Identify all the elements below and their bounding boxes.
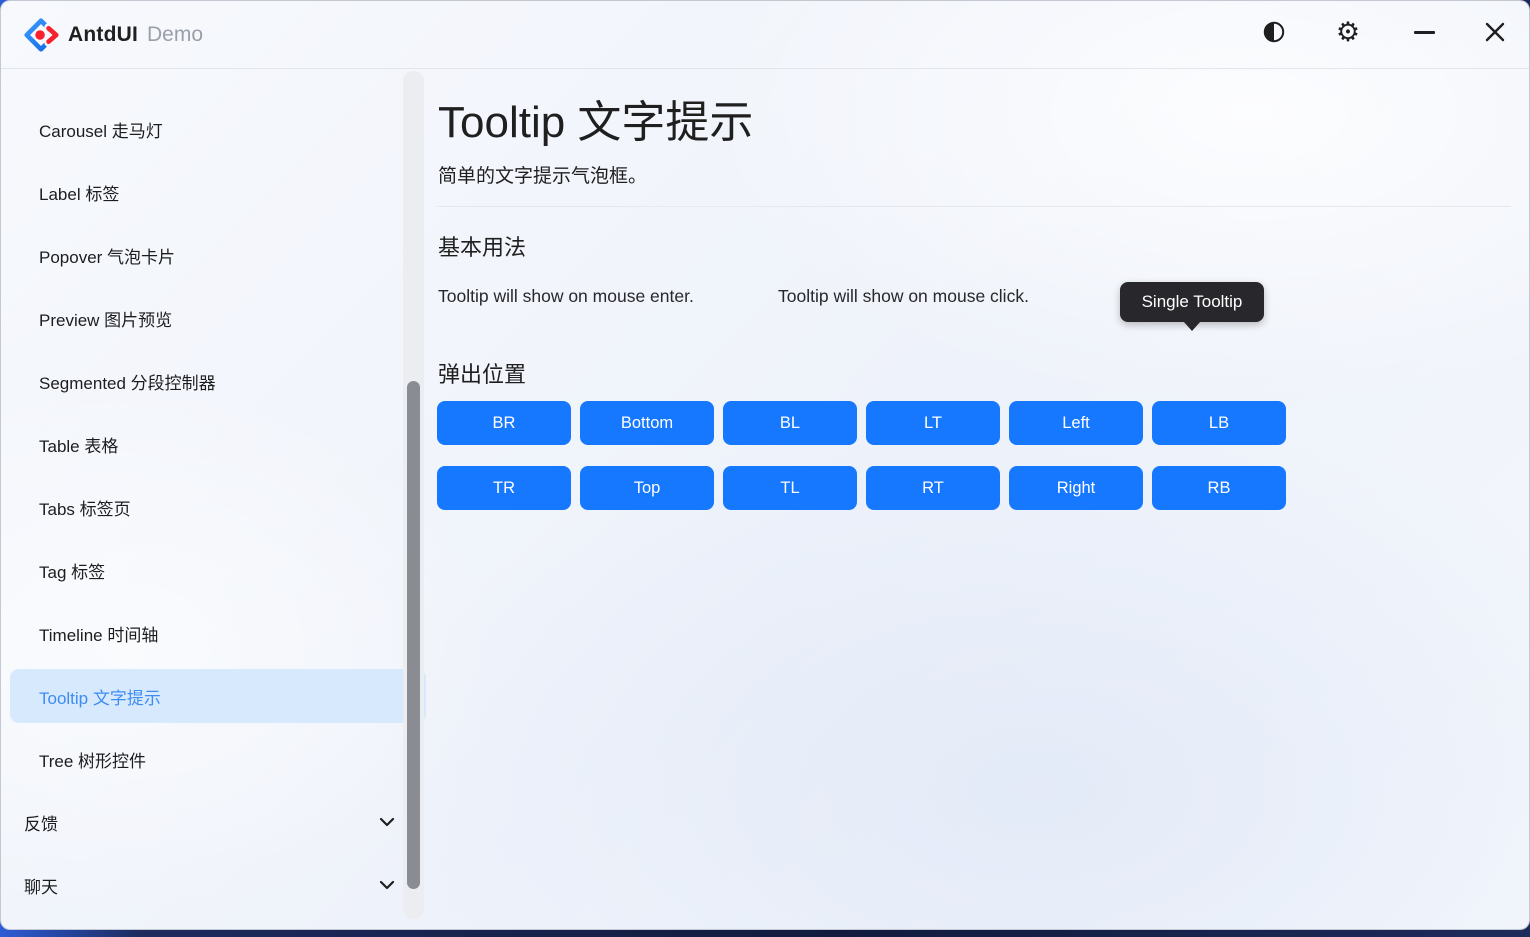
- sidebar-item-label: Popover 气泡卡片: [10, 243, 175, 268]
- gear-icon: ⚙: [1336, 19, 1360, 46]
- settings-button[interactable]: ⚙: [1329, 13, 1367, 51]
- position-button-br[interactable]: BR: [437, 401, 571, 445]
- minimize-icon: [1414, 31, 1435, 34]
- sidebar-item-label: Table 表格: [10, 432, 118, 457]
- sidebar-item-preview[interactable]: Preview 图片预览: [10, 291, 426, 345]
- sidebar-item-label: Tooltip 文字提示: [10, 684, 161, 709]
- sidebar-item-label: Timeline 时间轴: [10, 621, 158, 646]
- position-button-rt[interactable]: RT: [866, 466, 1000, 510]
- header-divider: [437, 206, 1511, 207]
- position-button-lt[interactable]: LT: [866, 401, 1000, 445]
- section-heading-basic-usage: 基本用法: [438, 230, 526, 262]
- position-button-bottom[interactable]: Bottom: [580, 401, 714, 445]
- sidebar-scrollbar-thumb[interactable]: [407, 381, 420, 889]
- antdui-logo-icon: [22, 16, 60, 54]
- app-title-suffix: Demo: [147, 23, 203, 47]
- sidebar-item-label: Preview 图片预览: [10, 306, 172, 331]
- sidebar-item-label: Label 标签: [10, 180, 119, 205]
- minimize-button[interactable]: [1405, 13, 1443, 51]
- position-button-right[interactable]: Right: [1009, 466, 1143, 510]
- position-buttons-grid: BR Bottom BL LT Left LB TR Top TL RT Rig…: [437, 401, 1286, 510]
- sidebar-item-popover[interactable]: Popover 气泡卡片: [10, 228, 426, 282]
- section-heading-positions: 弹出位置: [438, 357, 526, 389]
- sidebar-menu: Carousel 走马灯 Label 标签 Popover 气泡卡片 Previ…: [1, 102, 431, 921]
- sidebar-item-label: Segmented 分段控制器: [10, 369, 216, 394]
- sidebar-group-feedback[interactable]: 反馈: [10, 795, 426, 849]
- main-content: Tooltip 文字提示 简单的文字提示气泡框。 基本用法 Tooltip wi…: [437, 70, 1529, 929]
- sidebar-item-table[interactable]: Table 表格: [10, 417, 426, 471]
- app-title: AntdUI: [68, 23, 138, 47]
- sidebar-group-label: 反馈: [10, 810, 58, 835]
- app-window: AntdUI Demo ⚙ Carousel 走马灯 Label 标签 Popo…: [0, 0, 1530, 930]
- tooltip-text: Single Tooltip: [1142, 292, 1243, 312]
- titlebar: AntdUI Demo ⚙: [1, 1, 1529, 69]
- chevron-down-icon: [376, 811, 398, 833]
- sidebar-item-tag[interactable]: Tag 标签: [10, 543, 426, 597]
- position-button-top[interactable]: Top: [580, 466, 714, 510]
- tooltip-hover-trigger-text[interactable]: Tooltip will show on mouse enter.: [438, 286, 694, 307]
- theme-toggle-button[interactable]: [1255, 13, 1293, 51]
- page-title: Tooltip 文字提示: [438, 86, 753, 150]
- sidebar-item-label: Tag 标签: [10, 558, 105, 583]
- sidebar-item-label[interactable]: Label 标签: [10, 165, 426, 219]
- position-button-tl[interactable]: TL: [723, 466, 857, 510]
- sidebar-item-segmented[interactable]: Segmented 分段控制器: [10, 354, 426, 408]
- sidebar-group-label: 聊天: [10, 873, 58, 898]
- sidebar-group-chat[interactable]: 聊天: [10, 858, 426, 912]
- sidebar-item-label: Tabs 标签页: [10, 495, 131, 520]
- chevron-down-icon: [376, 874, 398, 896]
- position-button-left[interactable]: Left: [1009, 401, 1143, 445]
- single-tooltip-popup: Single Tooltip: [1120, 282, 1264, 322]
- close-icon: [1483, 20, 1507, 44]
- sidebar-item-timeline[interactable]: Timeline 时间轴: [10, 606, 426, 660]
- sidebar-item-label: Tree 树形控件: [10, 747, 146, 772]
- page-subtitle: 简单的文字提示气泡框。: [438, 161, 647, 188]
- sidebar-item-carousel[interactable]: Carousel 走马灯: [10, 102, 426, 156]
- position-button-bl[interactable]: BL: [723, 401, 857, 445]
- close-button[interactable]: [1476, 13, 1514, 51]
- position-button-rb[interactable]: RB: [1152, 466, 1286, 510]
- position-button-lb[interactable]: LB: [1152, 401, 1286, 445]
- tooltip-arrow: [1183, 321, 1201, 331]
- sidebar-item-tabs[interactable]: Tabs 标签页: [10, 480, 426, 534]
- sidebar-item-tooltip[interactable]: Tooltip 文字提示: [10, 669, 426, 723]
- sidebar-item-tree[interactable]: Tree 树形控件: [10, 732, 426, 786]
- sidebar-item-label: Carousel 走马灯: [10, 117, 163, 142]
- sidebar: Carousel 走马灯 Label 标签 Popover 气泡卡片 Previ…: [1, 70, 431, 929]
- theme-half-circle-icon: [1262, 20, 1286, 44]
- position-button-tr[interactable]: TR: [437, 466, 571, 510]
- tooltip-click-trigger-text[interactable]: Tooltip will show on mouse click.: [778, 286, 1029, 307]
